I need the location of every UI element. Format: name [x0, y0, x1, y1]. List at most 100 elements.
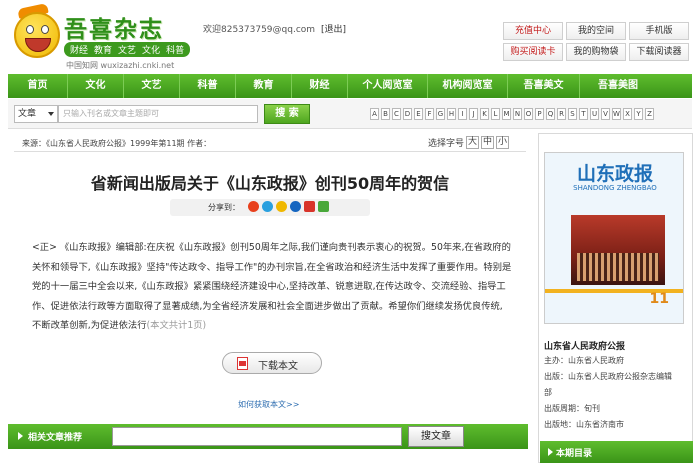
letter-index: ABCDEFGHIJKLMNOPQRSTUVWXYZ [370, 108, 654, 120]
search-articles-button[interactable]: 搜文章 [408, 426, 464, 447]
pdf-icon [237, 357, 248, 370]
mascot-eye-icon [26, 25, 34, 34]
weibo-share-icon[interactable] [248, 201, 259, 212]
main-nav: 首页 文化 文艺 科普 教育 财经 个人阅览室 机构阅览室 吾喜美文 吾喜美图 [8, 74, 692, 98]
letter-index-r[interactable]: R [557, 108, 566, 120]
article-body: <正> 《山东政报》编辑部:在庆祝《山东政报》创刊50周年之际,我们谨向贵刊表示… [32, 238, 512, 336]
kaixin-share-icon[interactable] [304, 201, 315, 212]
logo-title: 吾喜杂志 [64, 16, 164, 43]
logo-category: 文艺 [118, 46, 137, 56]
search-type-value: 文章 [18, 109, 37, 119]
nav-item-finance[interactable]: 财经 [292, 74, 348, 98]
download-label[interactable]: 下载本文 [258, 357, 298, 372]
cover-subtitle: SHANDONG ZHENGBAO [573, 184, 657, 192]
letter-index-j[interactable]: J [469, 108, 478, 120]
search-type-select[interactable]: 文章 [14, 105, 58, 123]
letter-index-k[interactable]: K [480, 108, 489, 120]
letter-index-h[interactable]: H [447, 108, 456, 120]
buy-reading-card-button[interactable]: 购买阅读卡 [503, 43, 563, 61]
magazine-cover[interactable]: 山东政报 SHANDONG ZHENGBAO 11 [544, 152, 684, 324]
nav-item-culture[interactable]: 文化 [68, 74, 124, 98]
share-label: 分享到： [208, 203, 240, 212]
letter-index-l[interactable]: L [491, 108, 500, 120]
letter-index-q[interactable]: Q [546, 108, 555, 120]
logo-categories: 财经 教育 文艺 文化 科普 [64, 42, 191, 57]
letter-index-u[interactable]: U [590, 108, 599, 120]
letter-index-c[interactable]: C [392, 108, 401, 120]
magazine-sponsor: 主办：山东省人民政府 [544, 356, 624, 365]
mobile-version-button[interactable]: 手机版 [629, 22, 689, 40]
search-button[interactable]: 搜 索 [264, 104, 310, 124]
how-to-get-link[interactable]: 如何获取本文>> [238, 399, 299, 410]
logo-category: 科普 [166, 46, 185, 56]
related-articles-title: 相关文章推荐 [28, 433, 83, 443]
cover-issue-number: 11 [649, 291, 669, 307]
font-size-medium-button[interactable]: 中 [481, 136, 495, 149]
nav-item-literature[interactable]: 文艺 [124, 74, 180, 98]
recharge-center-button[interactable]: 充值中心 [503, 22, 563, 40]
mascot-mouth-icon [25, 38, 51, 52]
tencent-weibo-share-icon[interactable] [262, 201, 273, 212]
letter-index-f[interactable]: F [425, 108, 434, 120]
nav-item-home[interactable]: 首页 [8, 74, 68, 98]
article-page-count: (本文共计1页) [146, 320, 207, 331]
font-size-small-button[interactable]: 小 [496, 136, 510, 149]
logo-category: 教育 [94, 46, 113, 56]
related-search-input[interactable] [112, 427, 402, 446]
letter-index-m[interactable]: M [502, 108, 511, 120]
cover-title: 山东政报 [576, 163, 653, 185]
nav-item-personal-reading-room[interactable]: 个人阅览室 [348, 74, 428, 98]
nav-item-education[interactable]: 教育 [236, 74, 292, 98]
chevron-down-icon [48, 112, 54, 116]
letter-index-o[interactable]: O [524, 108, 533, 120]
page: 吾喜杂志 财经 教育 文艺 文化 科普 中国知网 wuxizazhi.cnki.… [0, 0, 700, 463]
letter-index-e[interactable]: E [414, 108, 423, 120]
letter-index-w[interactable]: W [612, 108, 621, 120]
cover-photo [571, 215, 665, 285]
mascot-eye-icon [41, 25, 49, 34]
font-size-label: 选择字号 [428, 139, 465, 149]
magazine-name[interactable]: 山东省人民政府公报 [544, 339, 625, 352]
renren-share-icon[interactable] [290, 201, 301, 212]
douban-share-icon[interactable] [318, 201, 329, 212]
magazine-frequency: 出版周期：旬刊 [544, 404, 600, 413]
article-body-text: <正> 《山东政报》编辑部:在庆祝《山东政报》创刊50周年之际,我们谨向贵刊表示… [32, 242, 512, 331]
site-logo[interactable]: 吾喜杂志 财经 教育 文艺 文化 科普 中国知网 wuxizazhi.cnki.… [14, 2, 194, 70]
letter-index-n[interactable]: N [513, 108, 522, 120]
qzone-share-icon[interactable] [276, 201, 287, 212]
nav-item-institution-reading-room[interactable]: 机构阅览室 [428, 74, 508, 98]
letter-index-v[interactable]: V [601, 108, 610, 120]
my-space-button[interactable]: 我的空间 [566, 22, 626, 40]
letter-index-p[interactable]: P [535, 108, 544, 120]
my-shopping-bag-button[interactable]: 我的购物袋 [566, 43, 626, 61]
magazine-publisher-cont: 部 [544, 388, 552, 397]
logo-site-line: 中国知网 wuxizazhi.cnki.net [66, 61, 175, 70]
letter-index-x[interactable]: X [623, 108, 632, 120]
article-title: 省新闻出版局关于《山东政报》创刊50周年的贺信 [90, 174, 450, 193]
letter-index-y[interactable]: Y [634, 108, 643, 120]
download-reader-button[interactable]: 下载阅读器 [629, 43, 689, 61]
letter-index-b[interactable]: B [381, 108, 390, 120]
user-email: 欢迎825373759@qq.com [203, 25, 316, 35]
issue-toc-title[interactable]: 本期目录 [556, 446, 592, 459]
letter-index-t[interactable]: T [579, 108, 588, 120]
magazine-publisher: 出版：山东省人民政府公报杂志编辑 [544, 372, 672, 381]
letter-index-a[interactable]: A [370, 108, 379, 120]
arrow-right-icon [18, 432, 23, 440]
magazine-location: 出版地：山东省济南市 [544, 420, 624, 429]
smiley-mascot-icon [14, 12, 60, 58]
font-size-large-button[interactable]: 大 [466, 136, 480, 149]
divider [14, 151, 526, 152]
nav-item-wuxi-essays[interactable]: 吾喜美文 [508, 74, 580, 98]
letter-index-z[interactable]: Z [645, 108, 654, 120]
search-input[interactable]: 只输入刊名或文章主题即可 [58, 105, 258, 123]
nav-item-wuxi-images[interactable]: 吾喜美图 [580, 74, 656, 98]
nav-item-science[interactable]: 科普 [180, 74, 236, 98]
letter-index-g[interactable]: G [436, 108, 445, 120]
user-info: 欢迎825373759@qq.com [退出] [203, 22, 346, 35]
letter-index-d[interactable]: D [403, 108, 412, 120]
logo-category: 财经 [70, 46, 89, 56]
letter-index-i[interactable]: I [458, 108, 467, 120]
logout-link[interactable]: [退出] [321, 25, 346, 35]
letter-index-s[interactable]: S [568, 108, 577, 120]
